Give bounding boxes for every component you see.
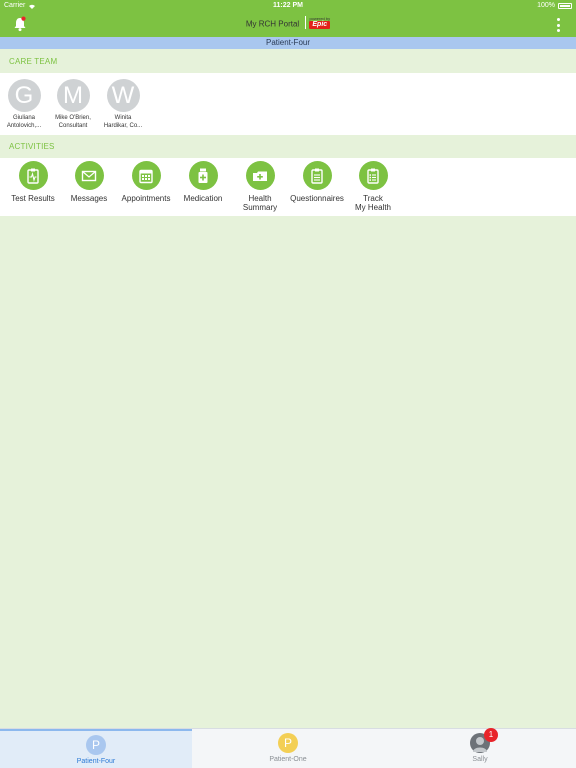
portal-name: My RCH Portal <box>245 19 300 29</box>
nav-bar: My RCH Portal powered by Epic <box>0 12 576 37</box>
clock: 11:22 PM <box>273 2 303 9</box>
tab-sally[interactable]: 1 Sally <box>384 728 576 768</box>
care-team-member[interactable]: M Mike O'Brien, Consultant <box>49 79 97 130</box>
avatar: M <box>56 79 90 112</box>
avatar: W <box>106 79 140 112</box>
member-name: Mike O'Brien, Consultant <box>49 115 97 130</box>
activity-label-line: Health <box>248 194 272 203</box>
activity-appointments[interactable]: Appointments <box>117 161 175 203</box>
patient-avatar: P <box>86 735 106 755</box>
care-team-header: CARE TEAM <box>0 51 576 73</box>
member-name: Winita Hardikar, Co... <box>99 115 147 130</box>
tab-label: Sally <box>472 756 488 763</box>
tab-label: Patient-One <box>269 756 307 763</box>
activity-track-my-health[interactable]: Track My Health <box>344 161 402 212</box>
avatar: G <box>7 79 41 112</box>
member-name-line: Antolovich,... <box>6 122 42 129</box>
activity-questionnaires[interactable]: Questionnaires <box>288 161 346 203</box>
activity-label-line: Questionnaires <box>290 194 344 203</box>
envelope-icon <box>74 161 104 190</box>
activity-label: Appointments <box>117 194 175 203</box>
activity-label-line: Medication <box>183 194 223 203</box>
activity-messages[interactable]: Messages <box>60 161 118 203</box>
member-name: Giuliana Antolovich,... <box>0 115 48 130</box>
activity-label: Track My Health <box>344 194 402 212</box>
tab-patient-one[interactable]: P Patient-One <box>192 729 384 768</box>
member-name-line: Giuliana <box>12 115 35 121</box>
activity-label-line: Test Results <box>11 194 55 203</box>
activity-label: Questionnaires <box>288 194 346 203</box>
activity-label-line: Messages <box>70 194 108 203</box>
epic-logo: powered by Epic <box>305 16 331 29</box>
battery-percent: 100% <box>537 2 555 9</box>
member-name-line: Hardikar, Co... <box>103 122 143 129</box>
activity-label-line: Appointments <box>121 194 171 203</box>
activity-label: Medication <box>174 194 232 203</box>
test-results-icon <box>18 161 48 190</box>
clipboard-icon <box>302 161 332 190</box>
calendar-icon <box>131 161 161 190</box>
member-name-line: Winita <box>114 115 132 121</box>
activity-test-results[interactable]: Test Results <box>4 161 62 203</box>
tab-label: Patient-Four <box>76 758 116 765</box>
activity-label: Health Summary <box>231 194 289 212</box>
patient-avatar: P <box>278 733 298 753</box>
medical-folder-icon <box>245 161 275 190</box>
tab-patient-four[interactable]: P Patient-Four <box>0 729 192 768</box>
notification-badge: 1 <box>484 728 498 742</box>
activity-health-summary[interactable]: Health Summary <box>231 161 289 212</box>
activities-header: ACTIVITIES <box>0 136 576 158</box>
care-team-member[interactable]: W Winita Hardikar, Co... <box>99 79 147 130</box>
activity-label: Test Results <box>4 194 62 203</box>
status-bar: Carrier 11:22 PM 100% <box>0 0 576 12</box>
member-name-line: Mike O'Brien, <box>55 115 91 121</box>
patient-banner: Patient-Four <box>0 37 576 49</box>
activity-label-line: Track <box>363 194 383 203</box>
activity-label-line: My Health <box>354 203 391 212</box>
battery-icon <box>558 2 572 9</box>
app-title: My RCH Portal powered by Epic <box>0 16 576 31</box>
activity-medication[interactable]: Medication <box>174 161 232 203</box>
more-menu-icon[interactable] <box>556 18 560 32</box>
user-photo-avatar: 1 <box>470 728 498 753</box>
epic-brand: Epic <box>309 21 331 29</box>
activity-label-line: Summary <box>242 203 278 212</box>
activities-panel: Test Results Messages Appointments Medic… <box>0 158 576 216</box>
battery-info: 100% <box>537 2 572 9</box>
activity-label: Messages <box>60 194 118 203</box>
member-name-line: Consultant <box>58 122 88 129</box>
care-team-member[interactable]: G Giuliana Antolovich,... <box>0 79 48 130</box>
tab-bar: P Patient-Four P Patient-One 1 Sally <box>0 728 576 768</box>
care-team-panel: G Giuliana Antolovich,... M Mike O'Brien… <box>0 73 576 135</box>
pill-bottle-icon <box>188 161 218 190</box>
clipboard-checklist-icon <box>358 161 388 190</box>
